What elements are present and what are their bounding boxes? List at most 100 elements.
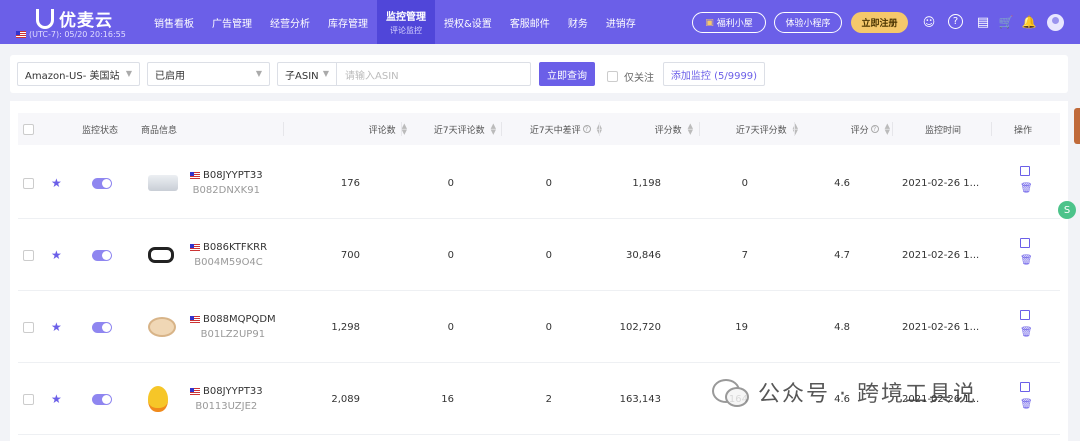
nav-service-mail[interactable]: 客服邮件 (501, 0, 559, 44)
floating-assistant-icon[interactable]: S (1058, 201, 1076, 219)
monitor-toggle[interactable] (92, 219, 112, 291)
nav-analysis[interactable]: 经营分析 (261, 0, 319, 44)
reviews-count: 1,298 (331, 321, 360, 333)
nav-ads[interactable]: 广告管理 (203, 0, 261, 44)
nav-label: 财务 (567, 18, 588, 30)
select-all-checkbox[interactable] (23, 113, 34, 145)
gift-icon: ▣ (705, 17, 714, 28)
product-thumbnail[interactable] (148, 219, 174, 291)
product-thumbnail[interactable] (148, 147, 178, 219)
column-divider (991, 122, 992, 136)
row-checkbox[interactable] (23, 147, 34, 219)
detail-icon[interactable] (1020, 310, 1030, 320)
asin-link[interactable]: B088MQPQDM (190, 312, 276, 327)
sort-icon[interactable]: ▲▼ (491, 123, 496, 136)
register-button[interactable]: 立即注册 (851, 12, 908, 33)
star-icon[interactable]: ★ (51, 291, 62, 363)
info-icon[interactable]: ? (582, 125, 591, 133)
product-thumbnail[interactable] (148, 291, 176, 363)
message-icon[interactable]: ▤ (975, 14, 991, 30)
asin-link[interactable]: B086KTFKRR (190, 240, 267, 255)
nav-purchase-sales[interactable]: 进销存 (597, 0, 645, 44)
nav-auth-settings[interactable]: 授权&设置 (435, 0, 501, 44)
chevron-down-icon: ▼ (125, 69, 132, 78)
asin-link[interactable]: B08JYYPT33 (190, 168, 263, 183)
query-button[interactable]: 立即查询 (539, 62, 595, 86)
nav-sales-dashboard[interactable]: 销售看板 (145, 0, 203, 44)
us-flag-icon (190, 171, 200, 179)
add-monitor-button[interactable]: 添加监控 (5/9999) (663, 62, 765, 86)
delete-icon[interactable]: 🗑 (1020, 256, 1033, 266)
th-bad-reviews-7d[interactable]: 近7天中差评?▲▼ (508, 113, 602, 145)
row-checkbox[interactable] (23, 291, 34, 363)
welfare-button[interactable]: ▣ 福利小屋 (692, 12, 766, 33)
marketplace-value: Amazon-US- 美国站 (25, 70, 120, 82)
product-thumbnail[interactable] (148, 363, 168, 435)
th-ratings[interactable]: 评分数 ▲ ▼ (608, 113, 693, 145)
th-score[interactable]: 评分? ▲ ▼ (808, 113, 890, 145)
sort-icon[interactable]: ▲▼ (885, 123, 890, 136)
th-reviews-7d[interactable]: 近7天评论数 ▲ ▼ (408, 113, 496, 145)
cart-icon[interactable]: 🛒 (998, 14, 1014, 30)
checkbox[interactable] (607, 71, 618, 82)
monitor-toggle[interactable] (92, 147, 112, 219)
only-follow-checkbox[interactable]: 仅关注 (607, 69, 654, 84)
product-info: B086KTFKRR B004M59O4C (190, 219, 267, 291)
parent-asin: B004M59O4C (194, 257, 263, 268)
row-checkbox[interactable] (23, 363, 34, 435)
timezone-clock: (UTC-7): 05/20 20:16:55 (16, 30, 126, 39)
query-label: 立即查询 (547, 70, 587, 82)
miniprogram-button[interactable]: 体验小程序 (774, 12, 842, 33)
th-label: 监控时间 (924, 125, 961, 136)
only-follow-label: 仅关注 (624, 73, 654, 84)
star-icon[interactable]: ★ (51, 147, 62, 219)
ratings-count: 102,720 (619, 321, 661, 333)
th-label: 评分 (850, 125, 869, 136)
nav-label: 进销存 (605, 18, 636, 30)
ratings-count: 30,846 (626, 249, 661, 261)
asin-type-select[interactable]: 子ASIN ▼ (277, 62, 337, 86)
status-value: 已启用 (155, 70, 185, 82)
info-icon[interactable]: ? (870, 125, 879, 133)
th-operations: 操作 (1008, 113, 1038, 145)
row-checkbox[interactable] (23, 219, 34, 291)
monitor-toggle[interactable] (92, 363, 112, 435)
monitor-toggle[interactable] (92, 291, 112, 363)
nav-inventory[interactable]: 库存管理 (319, 0, 377, 44)
asin-search-input[interactable]: 请输入ASIN (337, 62, 531, 86)
nav-finance[interactable]: 财务 (559, 0, 597, 44)
register-label: 立即注册 (861, 19, 898, 29)
star-icon[interactable]: ★ (51, 363, 62, 435)
th-label: 商品信息 (141, 125, 178, 136)
marketplace-select[interactable]: Amazon-US- 美国站 ▼ (17, 62, 140, 86)
column-divider (794, 122, 795, 136)
star-icon[interactable]: ★ (51, 219, 62, 291)
asin-text: B08JYYPT33 (203, 386, 263, 397)
side-panel-tab[interactable] (1074, 108, 1080, 144)
delete-icon[interactable]: 🗑 (1020, 184, 1033, 194)
sort-icon[interactable]: ▲▼ (688, 123, 693, 136)
help-icon[interactable]: ? (948, 14, 963, 29)
user-avatar[interactable] (1047, 14, 1064, 31)
bell-icon[interactable]: 🔔 (1021, 14, 1037, 30)
customer-service-icon[interactable]: ☺ (921, 14, 937, 30)
miniprogram-label: 体验小程序 (785, 19, 831, 29)
wechat-watermark: 公众号 · 跨境工具说 (712, 372, 1052, 412)
delete-icon[interactable]: 🗑 (1020, 328, 1033, 338)
status-select[interactable]: 已启用 ▼ (147, 62, 270, 86)
th-ratings-7d[interactable]: 近7天评分数 ▲ ▼ (708, 113, 798, 145)
reviews-count: 700 (340, 249, 360, 261)
sort-icon[interactable]: ▲▼ (402, 123, 407, 136)
reviews-count: 2,089 (331, 393, 360, 405)
product-info: B08JYYPT33 B082DNXK91 (190, 147, 263, 219)
asin-link[interactable]: B08JYYPT33 (190, 384, 263, 399)
nav-label: 广告管理 (212, 18, 252, 30)
detail-icon[interactable] (1020, 238, 1030, 248)
brand-logo[interactable]: 优麦云 (36, 6, 113, 31)
parent-asin: B082DNXK91 (192, 185, 260, 196)
nav-monitor[interactable]: 监控管理 评论监控 (377, 0, 435, 44)
nav-label: 销售看板 (154, 18, 194, 30)
ratings-7d: 7 (741, 249, 748, 261)
th-reviews[interactable]: 评论数 ▲ ▼ (292, 113, 407, 145)
detail-icon[interactable] (1020, 166, 1030, 176)
